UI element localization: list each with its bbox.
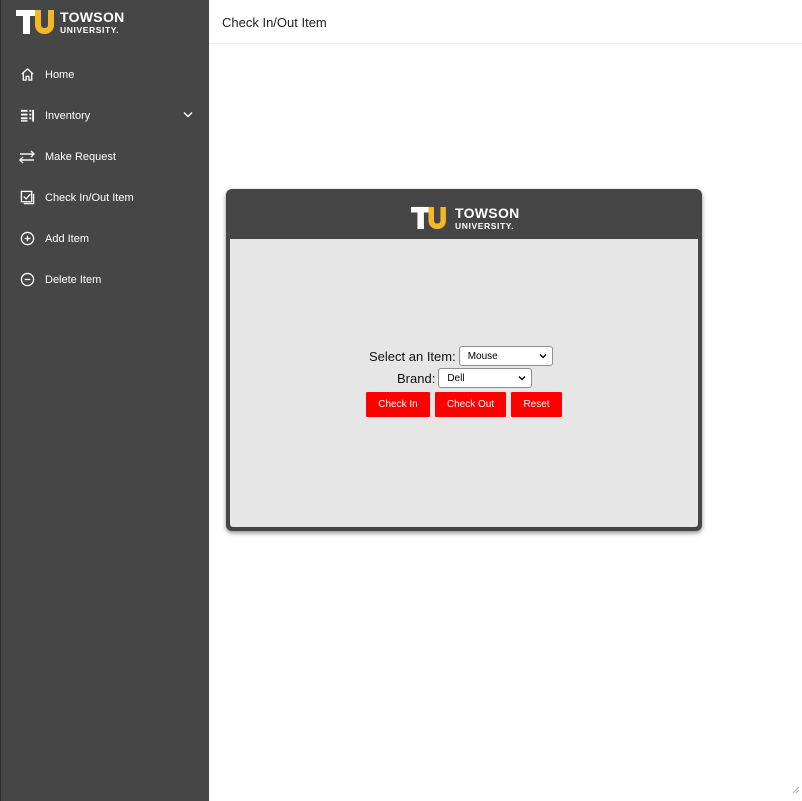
sidebar-item-delete-item[interactable]: Delete Item xyxy=(1,259,209,300)
page-title: Check In/Out Item xyxy=(222,15,327,30)
brand-select-row: Brand: Dell xyxy=(397,368,533,388)
top-bar: Check In/Out Item xyxy=(209,0,802,44)
minus-circle-icon xyxy=(19,272,35,288)
plus-circle-icon xyxy=(19,231,35,247)
swap-arrows-icon xyxy=(19,149,35,165)
check-in-button[interactable]: Check In xyxy=(366,392,430,417)
sidebar-item-check-in-out[interactable]: Check In/Out Item xyxy=(1,177,209,218)
resize-grip-icon[interactable] xyxy=(792,781,800,799)
sidebar-item-label: Add Item xyxy=(45,232,90,245)
sidebar-item-label: Inventory xyxy=(45,109,91,122)
chevron-down-icon[interactable] xyxy=(183,109,193,121)
sidebar-item-home[interactable]: Home xyxy=(1,54,209,95)
reset-button[interactable]: Reset xyxy=(511,392,562,417)
brand-select-value: Dell xyxy=(447,372,465,384)
tu-logo-mark xyxy=(411,205,446,231)
item-select-value: Mouse xyxy=(467,350,498,362)
sidebar-item-label: Delete Item xyxy=(45,273,102,286)
sidebar: TOWSON UNIVERSITY. Home Inventory Make R… xyxy=(0,0,209,801)
card-towson-logo: TOWSON UNIVERSITY. xyxy=(411,204,520,232)
item-select-row: Select an Item: Mouse xyxy=(369,346,553,366)
sidebar-item-label: Home xyxy=(45,68,75,81)
item-select[interactable]: Mouse xyxy=(458,346,553,366)
chevron-down-icon xyxy=(539,351,547,364)
check-out-button[interactable]: Check Out xyxy=(435,392,506,417)
form-panel: Select an Item: Mouse Brand: Dell Check … xyxy=(230,239,698,527)
brand-select[interactable]: Dell xyxy=(438,368,533,388)
logo-text-university: UNIVERSITY. xyxy=(60,24,120,35)
brand-select-label: Brand: xyxy=(397,370,436,386)
chevron-down-icon xyxy=(518,373,526,386)
towson-logo[interactable]: TOWSON UNIVERSITY. xyxy=(16,8,125,36)
item-select-label: Select an Item: xyxy=(369,348,456,364)
sidebar-item-label: Make Request xyxy=(45,150,116,163)
home-icon xyxy=(19,67,35,83)
logo-text-towson: TOWSON xyxy=(455,204,520,221)
tu-logo-mark xyxy=(16,8,54,36)
checklist-icon xyxy=(19,190,35,206)
check-in-out-card: TOWSON UNIVERSITY. Select an Item: Mouse… xyxy=(226,189,702,531)
sidebar-nav: Home Inventory Make Request Check In/Out… xyxy=(1,54,209,300)
logo-text-university: UNIVERSITY. xyxy=(455,220,515,231)
list-icon xyxy=(19,108,35,124)
sidebar-item-make-request[interactable]: Make Request xyxy=(1,136,209,177)
logo-text-towson: TOWSON xyxy=(60,8,125,25)
sidebar-item-inventory[interactable]: Inventory xyxy=(1,95,209,136)
sidebar-item-label: Check In/Out Item xyxy=(45,191,134,204)
sidebar-item-add-item[interactable]: Add Item xyxy=(1,218,209,259)
